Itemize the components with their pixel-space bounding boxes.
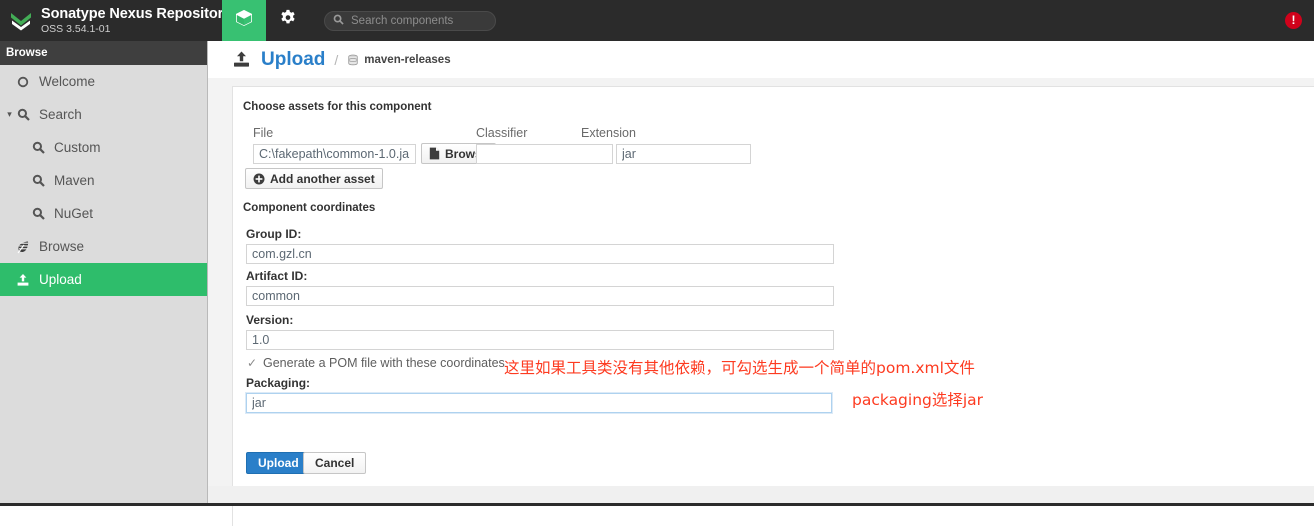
search-container (324, 0, 496, 41)
sidebar-item-custom[interactable]: Custom (0, 131, 207, 164)
footer-strip (208, 486, 1314, 503)
version-input[interactable] (246, 330, 834, 350)
breadcrumb-separator: / (334, 51, 339, 68)
generate-pom-row[interactable]: ✓ Generate a POM file with these coordin… (246, 356, 505, 370)
sidebar-item-welcome[interactable]: Welcome (0, 65, 207, 98)
search-icon (30, 141, 46, 154)
sidebar: Browse Welcome ▾ Search Custom Maven NuG… (0, 41, 208, 506)
app-header: Sonatype Nexus Repository OSS 3.54.1-01 (0, 0, 1314, 41)
packaging-label: Packaging: (246, 376, 311, 390)
search-input[interactable] (349, 13, 487, 28)
search-icon (15, 108, 31, 121)
sidebar-item-search[interactable]: ▾ Search (0, 98, 207, 131)
sidebar-item-label: Welcome (39, 74, 96, 89)
sidebar-item-label: NuGet (54, 206, 94, 221)
upload-icon (15, 273, 31, 287)
extension-column-header: Extension (581, 126, 636, 140)
version-label: Version: (246, 313, 294, 327)
upload-button-label: Upload (258, 456, 299, 470)
breadcrumb-repo-name[interactable]: maven-releases (364, 54, 450, 66)
brand-text: Sonatype Nexus Repository OSS 3.54.1-01 (41, 7, 231, 34)
upload-icon (232, 50, 251, 69)
nexus-chevron-logo (8, 8, 34, 34)
sidebar-item-label: Maven (54, 173, 95, 188)
circle-icon (15, 76, 31, 88)
sidebar-item-label: Search (39, 107, 82, 122)
cube-box-icon (234, 8, 254, 33)
plus-circle-icon (253, 173, 265, 185)
page-title[interactable]: Upload (261, 49, 325, 71)
database-icon (347, 54, 359, 66)
group-id-input[interactable] (246, 244, 834, 264)
artifact-id-label: Artifact ID: (246, 269, 308, 283)
annotation-pom-note: 这里如果工具类没有其他依赖，可勾选生成一个简单的pom.xml文件 (504, 359, 975, 377)
sidebar-item-upload[interactable]: Upload (0, 263, 207, 296)
cancel-button[interactable]: Cancel (303, 452, 367, 474)
add-another-asset-label: Add another asset (270, 171, 375, 186)
assets-section-title: Choose assets for this component (243, 101, 432, 113)
brand: Sonatype Nexus Repository OSS 3.54.1-01 (0, 0, 231, 41)
search-icon (30, 174, 46, 187)
admin-tab[interactable] (266, 0, 310, 41)
sidebar-header: Browse (0, 41, 207, 65)
annotation-packaging-note: packaging选择jar (852, 391, 984, 409)
chevron-down-icon: ▾ (7, 109, 12, 119)
file-path-input[interactable] (253, 144, 416, 164)
packaging-input[interactable] (246, 393, 832, 413)
add-another-asset-button[interactable]: Add another asset (245, 168, 383, 189)
file-icon (429, 147, 440, 160)
group-id-label: Group ID: (246, 227, 302, 241)
brand-title: Sonatype Nexus Repository (41, 6, 232, 22)
checkmark-icon[interactable]: ✓ (246, 356, 258, 370)
search-box[interactable] (324, 10, 496, 31)
repository-tab[interactable] (222, 0, 266, 41)
artifact-id-input[interactable] (246, 286, 834, 306)
breadcrumb: Upload / maven-releases (208, 41, 1314, 78)
classifier-input[interactable] (476, 144, 613, 164)
upload-form-panel: Choose assets for this component File Cl… (232, 86, 1314, 526)
sidebar-item-maven[interactable]: Maven (0, 164, 207, 197)
sidebar-item-label: Upload (39, 272, 82, 287)
coordinates-section-title: Component coordinates (243, 202, 376, 214)
cancel-button-label: Cancel (315, 456, 355, 470)
upload-button[interactable]: Upload (246, 452, 311, 474)
brand-subtitle: OSS 3.54.1-01 (41, 22, 111, 35)
browse-leaf-icon (15, 240, 31, 254)
search-icon (30, 207, 46, 220)
classifier-column-header: Classifier (476, 126, 528, 140)
search-icon (333, 12, 344, 30)
sidebar-item-label: Browse (39, 239, 85, 254)
generate-pom-label: Generate a POM file with these coordinat… (263, 356, 505, 370)
extension-input[interactable] (616, 144, 751, 164)
file-column-header: File (253, 126, 274, 140)
main-content: Upload / maven-releases Choose assets fo… (208, 41, 1314, 526)
gear-icon (279, 9, 297, 32)
sidebar-item-nuget[interactable]: NuGet (0, 197, 207, 230)
sidebar-item-browse[interactable]: Browse (0, 230, 207, 263)
sidebar-item-label: Custom (54, 140, 101, 155)
status-badge[interactable]: ! (1285, 12, 1302, 29)
